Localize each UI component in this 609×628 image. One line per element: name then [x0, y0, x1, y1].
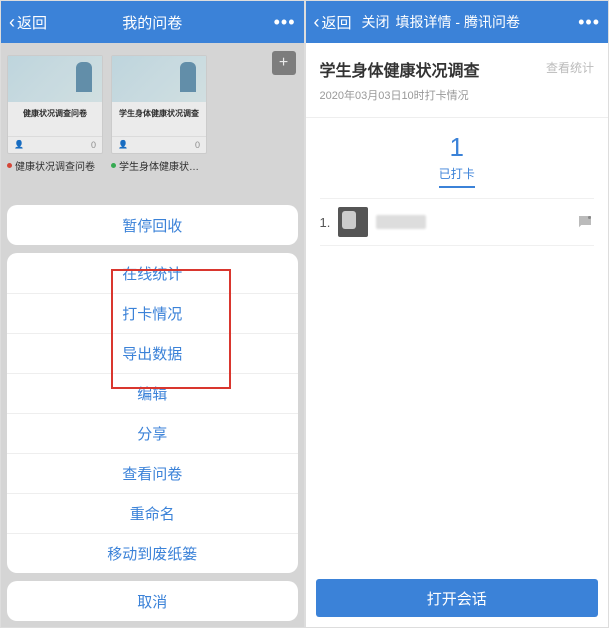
more-icon[interactable]: ••• [578, 12, 600, 33]
entry-name-blurred [376, 215, 426, 229]
entry-row[interactable]: 1. [320, 198, 595, 246]
count-label[interactable]: 已打卡 [439, 165, 475, 188]
avatar [338, 207, 368, 237]
person-icon: 👤 [118, 140, 128, 150]
card-item[interactable]: 学生身体健康状况调查 👤 0 学生身体健康状… [111, 55, 207, 173]
count-block: 1 已打卡 [320, 118, 595, 198]
entry-index: 1. [320, 215, 338, 230]
sheet-edit[interactable]: 编辑 [7, 373, 298, 413]
card-thumb-desc [12, 122, 98, 130]
right-header: ‹ 返回 关闭 填报详情 - 腾讯问卷 ••• [306, 1, 609, 43]
sheet-pause[interactable]: 暂停回收 [7, 205, 298, 245]
add-button[interactable]: + [272, 51, 296, 75]
back-icon[interactable]: ‹ [314, 12, 320, 33]
card-thumb-desc [116, 122, 202, 130]
count-number: 1 [320, 132, 595, 163]
status-dot [7, 163, 12, 168]
sheet-trash[interactable]: 移动到废纸篓 [7, 533, 298, 573]
back-label[interactable]: 返回 [322, 12, 352, 33]
action-sheet: 暂停回收 在线统计 打卡情况 导出数据 编辑 分享 查看问卷 重命名 移动到废纸… [7, 205, 298, 621]
card-thumb-title: 健康状况调查问卷 [12, 108, 98, 119]
back-icon[interactable]: ‹ [9, 12, 15, 33]
card-count: 0 [195, 140, 200, 150]
card-title: 学生身体健康状… [119, 158, 199, 173]
chat-icon[interactable] [576, 213, 594, 231]
left-header: ‹ 返回 我的问卷 ••• [1, 1, 304, 43]
card-thumb-title: 学生身体健康状况调查 [116, 108, 202, 119]
right-title: 填报详情 - 腾讯问卷 [396, 12, 520, 32]
card-title: 健康状况调查问卷 [15, 158, 95, 173]
view-stats-link[interactable]: 查看统计 [546, 59, 594, 76]
sheet-checkin[interactable]: 打卡情况 [7, 293, 298, 333]
survey-date: 2020年03月03日10时打卡情况 [320, 87, 595, 103]
person-icon: 👤 [14, 140, 24, 150]
card-count: 0 [91, 140, 96, 150]
sheet-cancel[interactable]: 取消 [7, 581, 298, 621]
status-dot [111, 163, 116, 168]
more-icon[interactable]: ••• [274, 12, 296, 33]
right-body: 学生身体健康状况调查 查看统计 2020年03月03日10时打卡情况 1 已打卡… [306, 43, 609, 246]
close-label[interactable]: 关闭 [362, 12, 390, 32]
left-phone: ‹ 返回 我的问卷 ••• + 健康状况调查问卷 👤 0 健康状况调查问卷 [0, 0, 305, 628]
right-phone: ‹ 返回 关闭 填报详情 - 腾讯问卷 ••• 学生身体健康状况调查 查看统计 … [305, 0, 609, 628]
survey-title: 学生身体健康状况调查 [320, 57, 480, 81]
sheet-view[interactable]: 查看问卷 [7, 453, 298, 493]
cards-row: 健康状况调查问卷 👤 0 健康状况调查问卷 学生身体健康状况调查 [1, 43, 304, 179]
sheet-rename[interactable]: 重命名 [7, 493, 298, 533]
card-thumb [112, 56, 206, 102]
sheet-export[interactable]: 导出数据 [7, 333, 298, 373]
card-item[interactable]: 健康状况调查问卷 👤 0 健康状况调查问卷 [7, 55, 103, 173]
card-thumb [8, 56, 102, 102]
open-chat-button[interactable]: 打开会话 [316, 579, 599, 617]
left-title: 我的问卷 [122, 12, 182, 33]
sheet-online-stats[interactable]: 在线统计 [7, 253, 298, 293]
back-label[interactable]: 返回 [17, 12, 47, 33]
sheet-share[interactable]: 分享 [7, 413, 298, 453]
